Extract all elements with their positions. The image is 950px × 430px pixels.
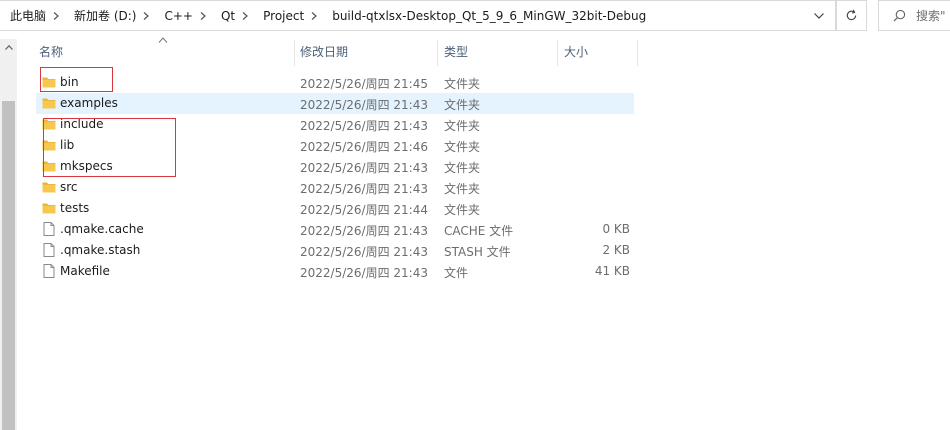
file-icon <box>42 264 56 278</box>
file-type: 文件 <box>444 266 469 280</box>
file-type: 文件夹 <box>444 182 481 196</box>
file-name: .qmake.cache <box>60 222 144 236</box>
file-row-makefile[interactable]: Makefile 2022/5/26/周四 21:43 文件 41 KB <box>36 261 634 282</box>
file-modified-date: 2022/5/26/周四 21:45 <box>300 77 428 91</box>
column-divider[interactable] <box>637 40 638 66</box>
scroll-up-arrow-icon[interactable] <box>0 39 17 56</box>
sort-ascending-icon <box>158 37 168 43</box>
file-row-qmake-stash[interactable]: .qmake.stash 2022/5/26/周四 21:43 STASH 文件 2 … <box>36 240 634 261</box>
file-type: 文件夹 <box>444 140 481 154</box>
breadcrumb-cpp[interactable]: C++ <box>154 9 195 23</box>
folder-icon <box>42 96 56 110</box>
chevron-right-icon[interactable] <box>138 1 154 31</box>
file-type: CACHE 文件 <box>444 224 514 238</box>
chevron-down-icon[interactable] <box>809 1 829 31</box>
chevron-right-icon[interactable] <box>237 1 253 31</box>
annotation-box-include-lib-mkspecs <box>43 118 176 177</box>
file-name: tests <box>60 201 90 215</box>
file-row-tests[interactable]: tests 2022/5/26/周四 21:44 文件夹 <box>36 198 634 219</box>
file-name: examples <box>60 96 118 110</box>
file-icon <box>42 243 56 257</box>
column-divider[interactable] <box>294 40 295 66</box>
refresh-button[interactable] <box>836 0 867 31</box>
column-header-name[interactable]: 名称 <box>39 40 63 64</box>
refresh-icon <box>846 9 857 21</box>
breadcrumb-current-folder[interactable]: build-qtxlsx-Desktop_Qt_5_9_6_MinGW_32bi… <box>322 9 648 23</box>
breadcrumb-drive[interactable]: 新加卷 (D:) <box>64 7 138 24</box>
file-type: 文件夹 <box>444 98 481 112</box>
file-modified-date: 2022/5/26/周四 21:44 <box>300 203 428 217</box>
file-name: .qmake.stash <box>60 243 141 257</box>
file-modified-date: 2022/5/26/周四 21:43 <box>300 224 428 238</box>
column-header-size[interactable]: 大小 <box>564 40 588 64</box>
file-icon <box>42 222 56 236</box>
breadcrumb-project[interactable]: Project <box>253 9 306 23</box>
file-type: 文件夹 <box>444 161 481 175</box>
folder-icon <box>42 201 56 215</box>
column-divider[interactable] <box>557 40 558 66</box>
address-bar[interactable]: 此电脑 新加卷 (D:) C++ Qt Project build-qtxlsx… <box>0 0 836 31</box>
annotation-box-bin <box>40 67 113 92</box>
file-size: 41 KB <box>594 264 630 278</box>
file-type: STASH 文件 <box>444 245 511 259</box>
file-name: src <box>60 180 78 194</box>
file-row-bin[interactable]: bin 2022/5/26/周四 21:45 文件夹 <box>36 72 634 93</box>
chevron-right-icon[interactable] <box>195 1 211 31</box>
file-type: 文件夹 <box>444 203 481 217</box>
breadcrumb-qt[interactable]: Qt <box>211 9 237 23</box>
file-name: Makefile <box>60 264 110 278</box>
file-modified-date: 2022/5/26/周四 21:43 <box>300 266 428 280</box>
vertical-scrollbar[interactable] <box>0 39 17 430</box>
folder-icon <box>42 180 56 194</box>
file-modified-date: 2022/5/26/周四 21:43 <box>300 245 428 259</box>
file-modified-date: 2022/5/26/周四 21:43 <box>300 161 428 175</box>
file-modified-date: 2022/5/26/周四 21:43 <box>300 119 428 133</box>
file-row-src[interactable]: src 2022/5/26/周四 21:43 文件夹 <box>36 177 634 198</box>
scrollbar-thumb[interactable] <box>2 101 15 430</box>
column-divider[interactable] <box>437 40 438 66</box>
file-modified-date: 2022/5/26/周四 21:43 <box>300 182 428 196</box>
search-icon <box>893 9 906 22</box>
file-type: 文件夹 <box>444 119 481 133</box>
chevron-right-icon[interactable] <box>306 1 322 31</box>
file-size: 0 KB <box>602 222 630 236</box>
file-row-examples[interactable]: examples 2022/5/26/周四 21:43 文件夹 <box>36 93 634 114</box>
file-type: 文件夹 <box>444 77 481 91</box>
breadcrumb-this-pc[interactable]: 此电脑 <box>0 7 48 24</box>
search-placeholder: 搜索" <box>916 9 946 23</box>
chevron-right-icon[interactable] <box>48 1 64 31</box>
file-row-qmake-cache[interactable]: .qmake.cache 2022/5/26/周四 21:43 CACHE 文件 0 … <box>36 219 634 240</box>
column-header-type[interactable]: 类型 <box>444 40 468 64</box>
file-modified-date: 2022/5/26/周四 21:46 <box>300 140 428 154</box>
file-modified-date: 2022/5/26/周四 21:43 <box>300 98 428 112</box>
search-box[interactable]: 搜索" <box>878 0 950 31</box>
file-size: 2 KB <box>602 243 630 257</box>
column-header-date[interactable]: 修改日期 <box>300 40 348 64</box>
